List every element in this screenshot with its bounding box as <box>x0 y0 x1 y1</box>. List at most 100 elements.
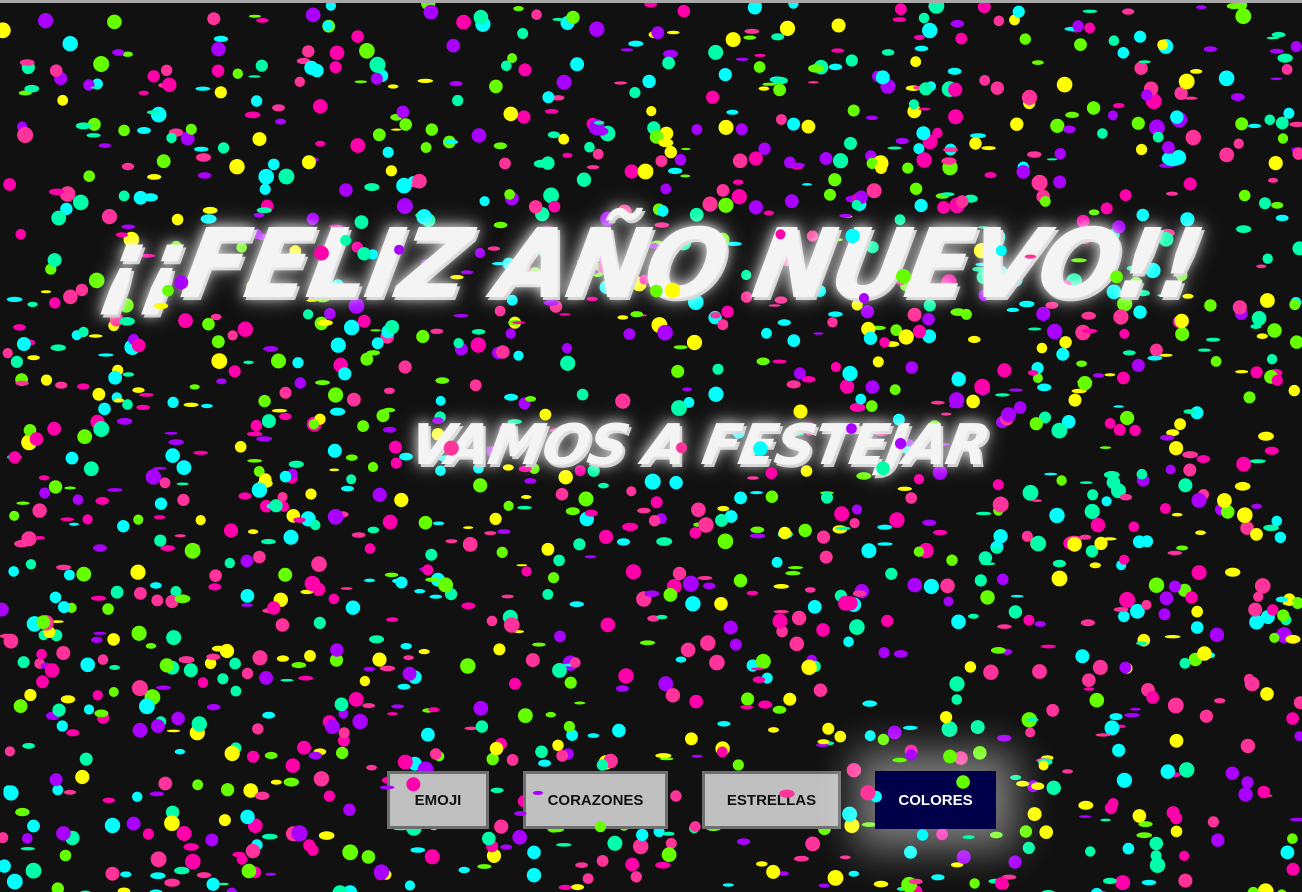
confetti-piece <box>1271 374 1283 386</box>
confetti-piece <box>521 566 532 577</box>
confetti-piece <box>322 19 336 33</box>
confetti-piece <box>329 653 344 667</box>
confetti-piece <box>1128 521 1140 533</box>
confetti-piece <box>425 123 438 136</box>
confetti-piece <box>626 486 637 497</box>
confetti-piece <box>740 705 754 710</box>
confetti-piece <box>58 601 70 614</box>
confetti-piece <box>217 142 230 154</box>
confetti-piece <box>833 153 849 169</box>
confetti-piece <box>1113 103 1125 109</box>
confetti-piece <box>555 487 569 501</box>
confetti-piece <box>473 478 488 493</box>
confetti-piece <box>913 34 925 40</box>
colores-button[interactable]: COLORES <box>875 771 996 829</box>
confetti-piece <box>992 496 1009 513</box>
confetti-piece <box>943 596 954 607</box>
confetti-piece <box>717 505 730 512</box>
confetti-piece <box>16 337 31 351</box>
confetti-piece <box>1165 160 1181 167</box>
confetti-piece <box>1092 373 1105 378</box>
confetti-piece <box>339 183 353 197</box>
confetti-piece <box>639 640 656 646</box>
confetti-piece <box>866 400 878 412</box>
confetti-piece <box>213 35 229 43</box>
confetti-piece <box>1031 499 1042 502</box>
corazones-button[interactable]: CORAZONES <box>523 771 668 829</box>
confetti-piece <box>1171 512 1183 517</box>
confetti-piece <box>1264 114 1276 126</box>
confetti-piece <box>147 174 162 180</box>
confetti-piece <box>916 152 932 168</box>
confetti-piece <box>1074 38 1087 51</box>
confetti-piece <box>132 387 145 393</box>
confetti-piece <box>1285 634 1301 644</box>
confetti-piece <box>229 159 245 175</box>
confetti-piece <box>873 880 889 888</box>
confetti-piece <box>1277 53 1293 63</box>
confetti-piece <box>1119 493 1132 501</box>
confetti-piece <box>164 878 180 887</box>
confetti-piece <box>946 554 958 566</box>
confetti-piece <box>156 154 171 169</box>
confetti-piece <box>216 378 227 385</box>
confetti-piece <box>278 168 295 185</box>
confetti-piece <box>470 337 486 353</box>
confetti-piece <box>276 655 289 662</box>
confetti-piece <box>895 137 909 145</box>
confetti-piece <box>566 729 578 741</box>
confetti-piece <box>509 677 521 690</box>
celebration-screen: ¡¡FELIZ AÑO NUEVO!! VAMOS A FESTEJAR EMO… <box>0 0 1302 892</box>
confetti-piece <box>947 756 963 760</box>
confetti-piece <box>397 683 411 690</box>
confetti-piece <box>592 148 604 160</box>
confetti-piece <box>1209 627 1225 642</box>
confetti-piece <box>1147 355 1163 361</box>
confetti-piece <box>779 20 796 36</box>
confetti-piece <box>729 638 742 651</box>
confetti-piece <box>257 479 273 488</box>
confetti-piece <box>0 602 9 617</box>
confetti-piece <box>1150 850 1162 862</box>
confetti-piece <box>1122 350 1136 356</box>
confetti-piece <box>1210 356 1222 367</box>
confetti-piece <box>145 643 157 649</box>
confetti-piece <box>1266 354 1278 365</box>
estrellas-button[interactable]: ESTRELLAS <box>702 771 841 829</box>
confetti-piece <box>64 569 75 581</box>
confetti-piece <box>877 542 893 546</box>
confetti-piece <box>771 556 783 568</box>
confetti-piece <box>430 748 442 760</box>
confetti-piece <box>556 74 572 90</box>
confetti-piece <box>117 520 130 533</box>
confetti-piece <box>922 519 937 526</box>
confetti-piece <box>1149 836 1164 851</box>
emoji-button[interactable]: EMOJI <box>387 771 489 829</box>
confetti-piece <box>392 578 405 584</box>
confetti-piece <box>809 660 821 673</box>
confetti-piece <box>1290 41 1302 53</box>
confetti-piece <box>732 759 744 771</box>
confetti-piece <box>1268 156 1283 171</box>
confetti-piece <box>473 9 489 25</box>
confetti-piece <box>1152 131 1164 143</box>
confetti-piece <box>516 564 528 567</box>
confetti-piece <box>1190 69 1203 74</box>
confetti-piece <box>1178 873 1193 888</box>
confetti-piece <box>716 746 728 758</box>
confetti-piece <box>564 676 577 689</box>
confetti-piece <box>195 515 206 526</box>
confetti-piece <box>154 534 167 547</box>
confetti-piece <box>196 153 211 162</box>
confetti-piece <box>435 377 450 384</box>
confetti-piece <box>1081 328 1098 334</box>
confetti-piece <box>1056 76 1073 93</box>
confetti-piece <box>997 363 1012 378</box>
confetti-piece <box>90 595 107 601</box>
confetti-piece <box>315 380 330 386</box>
confetti-piece <box>698 517 714 533</box>
confetti-piece <box>633 838 649 855</box>
confetti-piece <box>1017 161 1029 173</box>
confetti-piece <box>807 600 822 614</box>
confetti-piece <box>64 486 76 490</box>
